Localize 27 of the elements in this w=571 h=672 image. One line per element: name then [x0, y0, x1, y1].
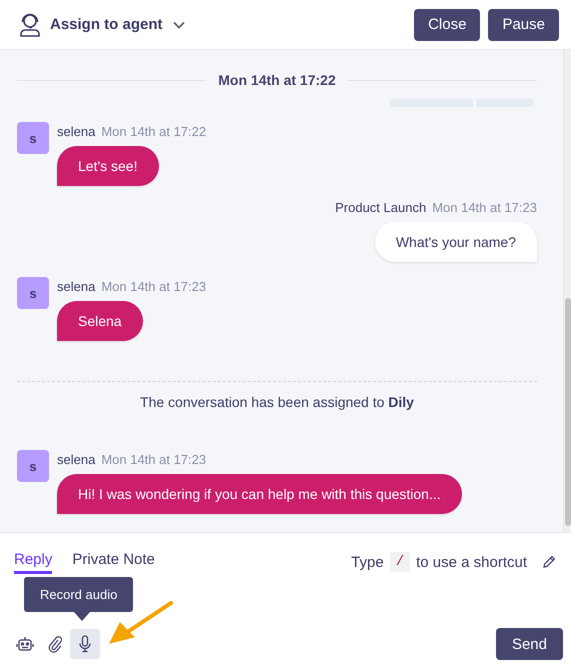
- assign-agent-title[interactable]: Assign to agent: [50, 16, 163, 33]
- shortcut-hint: to use a shortcut: [416, 554, 527, 570]
- message-bubble: Hi! I was wondering if you can help me with this question...: [57, 474, 462, 514]
- author-name: Product Launch: [335, 200, 426, 214]
- author-name: selena: [57, 452, 96, 466]
- message-time: Mon 14th at 17:22: [101, 124, 206, 138]
- message-bubble: What's your name?: [374, 222, 537, 262]
- avatar: s: [17, 450, 49, 482]
- message-time: Mon 14th at 17:23: [432, 200, 537, 214]
- message-bubble: Let's see!: [57, 146, 158, 186]
- shortcut-hint: Type: [351, 554, 384, 570]
- avatar: s: [17, 277, 49, 309]
- composer-tab[interactable]: Reply: [14, 550, 52, 574]
- shortcut-key: /: [390, 552, 410, 572]
- tooltip: Record audio: [24, 577, 134, 612]
- pause-button[interactable]: Pause: [488, 8, 559, 40]
- message-time: Mon 14th at 17:23: [101, 452, 206, 466]
- author-name: selena: [57, 124, 96, 138]
- message-time: Mon 14th at 17:23: [101, 278, 206, 294]
- date-divider: Mon 14th at 17:22: [217, 72, 337, 88]
- author-name: selena: [57, 278, 96, 294]
- activity-message: The conversation has been assigned to Dily: [140, 394, 414, 410]
- composer-tab[interactable]: Private Note: [72, 550, 155, 574]
- message-bubble: Selena: [57, 301, 143, 341]
- close-button[interactable]: Close: [414, 8, 480, 40]
- avatar: s: [17, 122, 49, 154]
- send-button[interactable]: Send: [496, 628, 563, 660]
